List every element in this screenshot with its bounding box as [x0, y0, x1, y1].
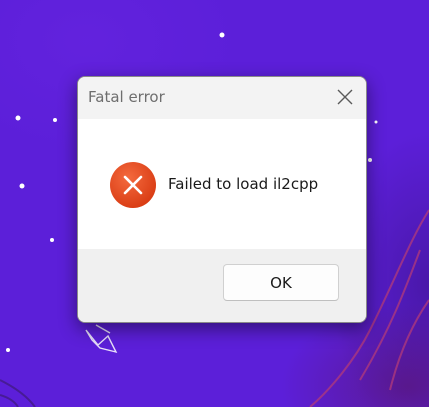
error-icon [110, 162, 156, 208]
dialog-titlebar[interactable]: Fatal error [78, 77, 366, 119]
close-button[interactable] [334, 86, 356, 108]
dialog-content: Failed to load il2cpp [78, 119, 366, 249]
fatal-error-dialog: Fatal error Failed to load il2cpp OK [77, 76, 367, 323]
close-icon [337, 89, 353, 105]
error-message: Failed to load il2cpp [168, 175, 319, 193]
dialog-title: Fatal error [88, 88, 165, 106]
dialog-footer: OK [78, 249, 366, 322]
ok-button[interactable]: OK [223, 264, 339, 301]
